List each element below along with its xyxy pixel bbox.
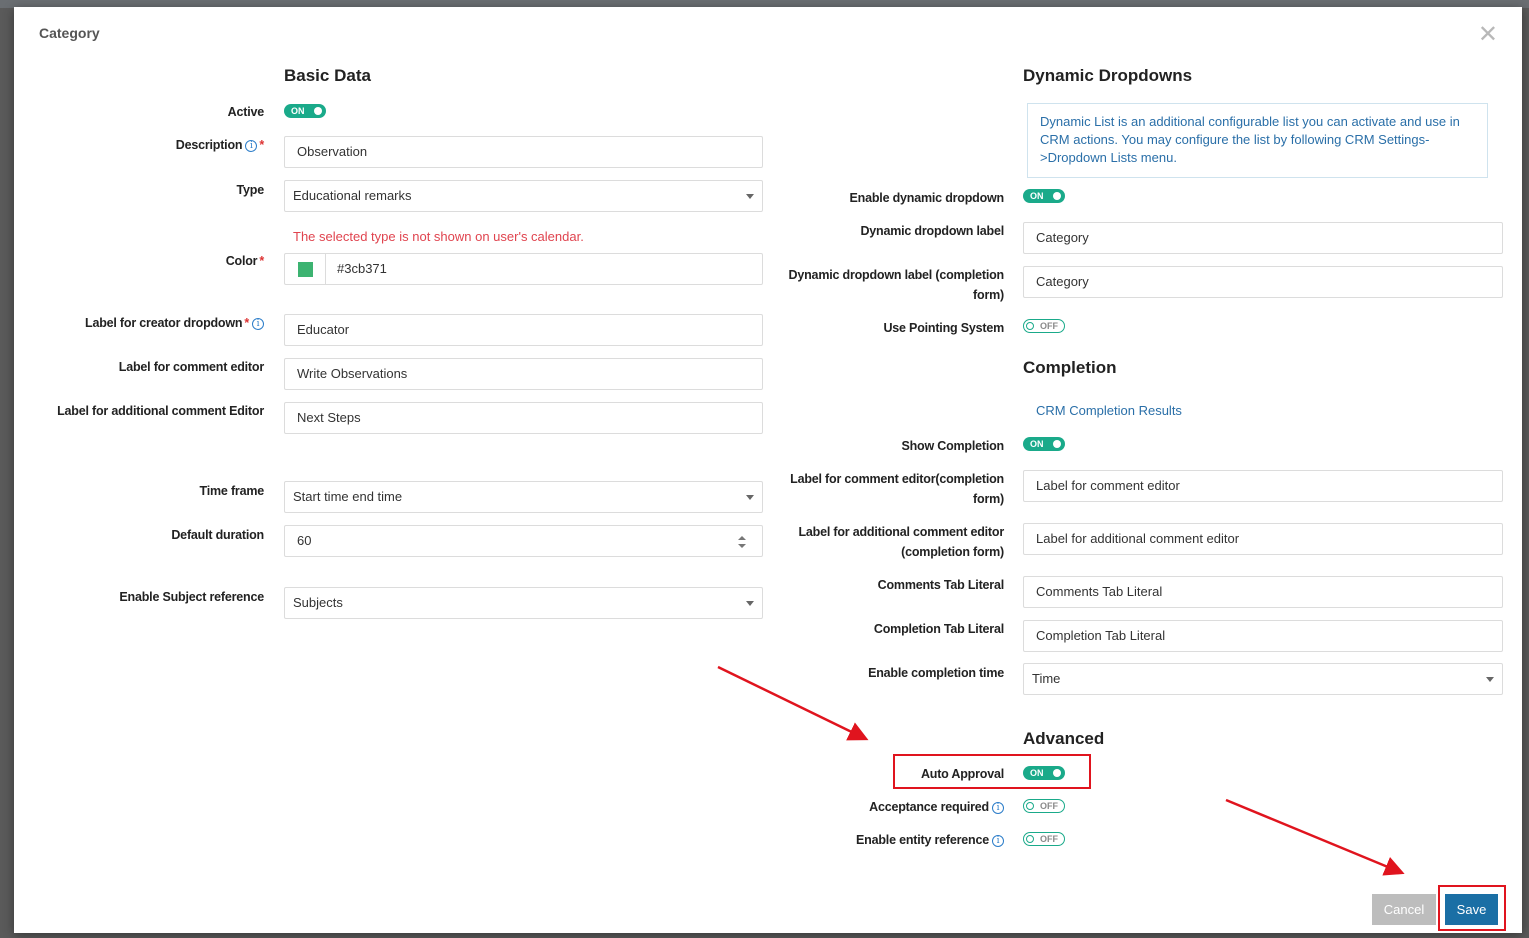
- toggle-state: ON: [291, 106, 305, 116]
- info-icon[interactable]: i: [252, 318, 264, 330]
- completion-additional-editor-input[interactable]: Label for additional comment editor: [1023, 523, 1503, 555]
- time-frame-select[interactable]: Start time end time: [284, 481, 763, 513]
- show-completion-toggle[interactable]: ON: [1023, 437, 1065, 451]
- show-completion-label: Show Completion: [901, 439, 1004, 453]
- color-swatch[interactable]: [298, 262, 313, 277]
- color-value: #3cb371: [337, 261, 387, 276]
- label-line: form): [973, 492, 1004, 506]
- dynamic-dropdowns-title: Dynamic Dropdowns: [1023, 66, 1193, 85]
- required-marker: *: [259, 138, 264, 152]
- default-duration-value: 60: [297, 533, 312, 548]
- comments-tab-literal-input[interactable]: Comments Tab Literal: [1023, 576, 1503, 608]
- label-line: form): [973, 288, 1004, 302]
- toggle-state: ON: [1030, 191, 1044, 201]
- divider: [325, 254, 326, 284]
- dynamic-dropdown-completion-label: Dynamic dropdown label (completion form): [788, 265, 1005, 305]
- toggle-knob: [314, 107, 322, 115]
- pointing-system-label: Use Pointing System: [883, 321, 1004, 335]
- cancel-button[interactable]: Cancel: [1372, 894, 1436, 925]
- completion-additional-editor-label: Label for additional comment editor (com…: [798, 522, 1004, 562]
- toggle-state: OFF: [1040, 321, 1058, 331]
- basic-data-title: Basic Data: [284, 66, 371, 85]
- info-icon[interactable]: i: [992, 802, 1004, 814]
- creator-dropdown-input[interactable]: Educator: [284, 314, 763, 346]
- completion-tab-literal-input[interactable]: Completion Tab Literal: [1023, 620, 1503, 652]
- active-toggle[interactable]: ON: [284, 104, 326, 118]
- creator-dropdown-label-text: Label for creator dropdown: [85, 316, 243, 330]
- description-label: Description i *: [176, 135, 264, 155]
- required-marker: *: [244, 316, 249, 330]
- additional-comment-editor-label: Label for additional comment Editor: [57, 404, 264, 418]
- label-line: Dynamic dropdown label (completion: [788, 268, 1005, 282]
- default-duration-input[interactable]: 60: [284, 525, 763, 557]
- number-stepper-icon[interactable]: [736, 534, 748, 550]
- type-select[interactable]: Educational remarks: [284, 180, 763, 212]
- type-warning: The selected type is not shown on user's…: [293, 229, 584, 244]
- time-frame-value: Start time end time: [293, 489, 403, 504]
- info-icon[interactable]: i: [245, 140, 258, 152]
- color-label: Color *: [226, 251, 264, 271]
- completion-comment-editor-input[interactable]: Label for comment editor: [1023, 470, 1503, 502]
- acceptance-required-toggle[interactable]: OFF: [1023, 799, 1065, 813]
- label-line: (completion form): [901, 545, 1004, 559]
- creator-dropdown-label: Label for creator dropdown * i: [85, 313, 264, 333]
- type-select-value: Educational remarks: [293, 188, 412, 203]
- active-label: Active: [227, 105, 265, 119]
- toggle-knob: [1026, 322, 1034, 330]
- comment-editor-input[interactable]: Write Observations: [284, 358, 763, 390]
- completion-title: Completion: [1023, 358, 1117, 377]
- completion-time-value: Time: [1032, 671, 1061, 686]
- completion-time-label: Enable completion time: [868, 666, 1004, 680]
- auto-approval-highlight-box: [893, 754, 1091, 789]
- subject-reference-value: Subjects: [293, 595, 343, 610]
- info-icon[interactable]: i: [992, 835, 1004, 847]
- completion-comment-editor-label: Label for comment editor(completion form…: [790, 469, 1004, 509]
- default-duration-label: Default duration: [171, 528, 264, 542]
- toggle-knob: [1026, 835, 1034, 843]
- enable-dynamic-dropdown-label: Enable dynamic dropdown: [849, 191, 1005, 205]
- label-line: Label for additional comment editor: [798, 525, 1004, 539]
- save-highlight-box: [1438, 885, 1506, 931]
- description-input[interactable]: Observation: [284, 136, 763, 168]
- toggle-state: ON: [1030, 439, 1044, 449]
- required-marker: *: [259, 254, 264, 268]
- entity-reference-toggle[interactable]: OFF: [1023, 832, 1065, 846]
- chevron-down-icon: [746, 194, 754, 199]
- time-frame-label: Time frame: [199, 484, 265, 498]
- toggle-state: OFF: [1040, 801, 1058, 811]
- crm-completion-results-link[interactable]: CRM Completion Results: [1036, 403, 1182, 418]
- entity-reference-label: Enable entity reference i: [856, 830, 1004, 850]
- color-label-text: Color: [225, 254, 258, 268]
- color-input[interactable]: #3cb371: [284, 253, 763, 285]
- dynamic-dropdown-label-input[interactable]: Category: [1023, 222, 1503, 254]
- entity-reference-label-text: Enable entity reference: [856, 833, 989, 847]
- pointing-system-toggle[interactable]: OFF: [1023, 319, 1065, 333]
- toggle-knob: [1053, 192, 1061, 200]
- subject-reference-label: Enable Subject reference: [119, 590, 264, 604]
- completion-time-select[interactable]: Time: [1023, 663, 1503, 695]
- comments-tab-literal-label: Comments Tab Literal: [877, 578, 1005, 592]
- acceptance-required-label: Acceptance required i: [869, 797, 1004, 817]
- chevron-down-icon: [746, 495, 754, 500]
- close-icon[interactable]: ✕: [1478, 23, 1498, 47]
- dynamic-dropdown-completion-input[interactable]: Category: [1023, 266, 1503, 298]
- acceptance-required-label-text: Acceptance required: [869, 800, 989, 814]
- label-line: Label for comment editor(completion: [790, 472, 1004, 486]
- toggle-knob: [1026, 802, 1034, 810]
- dynamic-list-info: Dynamic List is an additional configurab…: [1027, 103, 1488, 178]
- subject-reference-select[interactable]: Subjects: [284, 587, 763, 619]
- dynamic-dropdown-label-label: Dynamic dropdown label: [860, 224, 1004, 238]
- dialog-title: Category: [39, 25, 100, 41]
- toggle-knob: [1053, 440, 1061, 448]
- comment-editor-label: Label for comment editor: [118, 360, 264, 374]
- chevron-down-icon: [746, 601, 754, 606]
- chevron-down-icon: [1486, 677, 1494, 682]
- additional-comment-editor-input[interactable]: Next Steps: [284, 402, 763, 434]
- advanced-title: Advanced: [1023, 729, 1105, 748]
- enable-dynamic-dropdown-toggle[interactable]: ON: [1023, 189, 1065, 203]
- description-label-text: Description: [175, 138, 243, 152]
- completion-tab-literal-label: Completion Tab Literal: [873, 622, 1004, 636]
- toggle-state: OFF: [1040, 834, 1058, 844]
- type-label: Type: [236, 183, 265, 197]
